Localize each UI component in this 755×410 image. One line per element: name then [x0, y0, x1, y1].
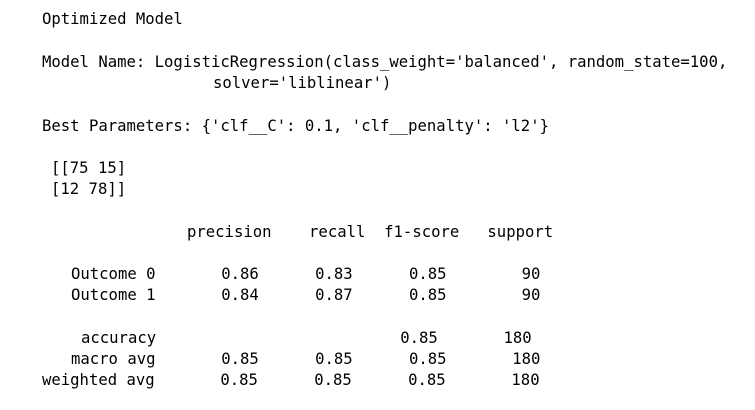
output-heading: Optimized Model	[42, 10, 183, 28]
report-row-accuracy: accuracy 0.85 180	[81, 329, 532, 347]
model-name-line-1: Model Name: LogisticRegression(class_wei…	[42, 53, 728, 71]
confusion-matrix-row-1: [[75 15]	[51, 159, 127, 177]
report-header: precision recall f1-score support	[187, 223, 554, 241]
model-name-line-2: solver='liblinear')	[213, 74, 392, 92]
report-row-macro-avg: macro avg 0.85 0.85 0.85 180	[71, 350, 541, 368]
report-row-weighted-avg: weighted avg 0.85 0.85 0.85 180	[42, 371, 540, 389]
best-parameters: Best Parameters: {'clf__C': 0.1, 'clf__p…	[42, 117, 549, 135]
confusion-matrix-row-2: [12 78]]	[51, 180, 127, 198]
report-row-outcome-0: Outcome 0 0.86 0.83 0.85 90	[71, 265, 541, 283]
report-row-outcome-1: Outcome 1 0.84 0.87 0.85 90	[71, 286, 541, 304]
